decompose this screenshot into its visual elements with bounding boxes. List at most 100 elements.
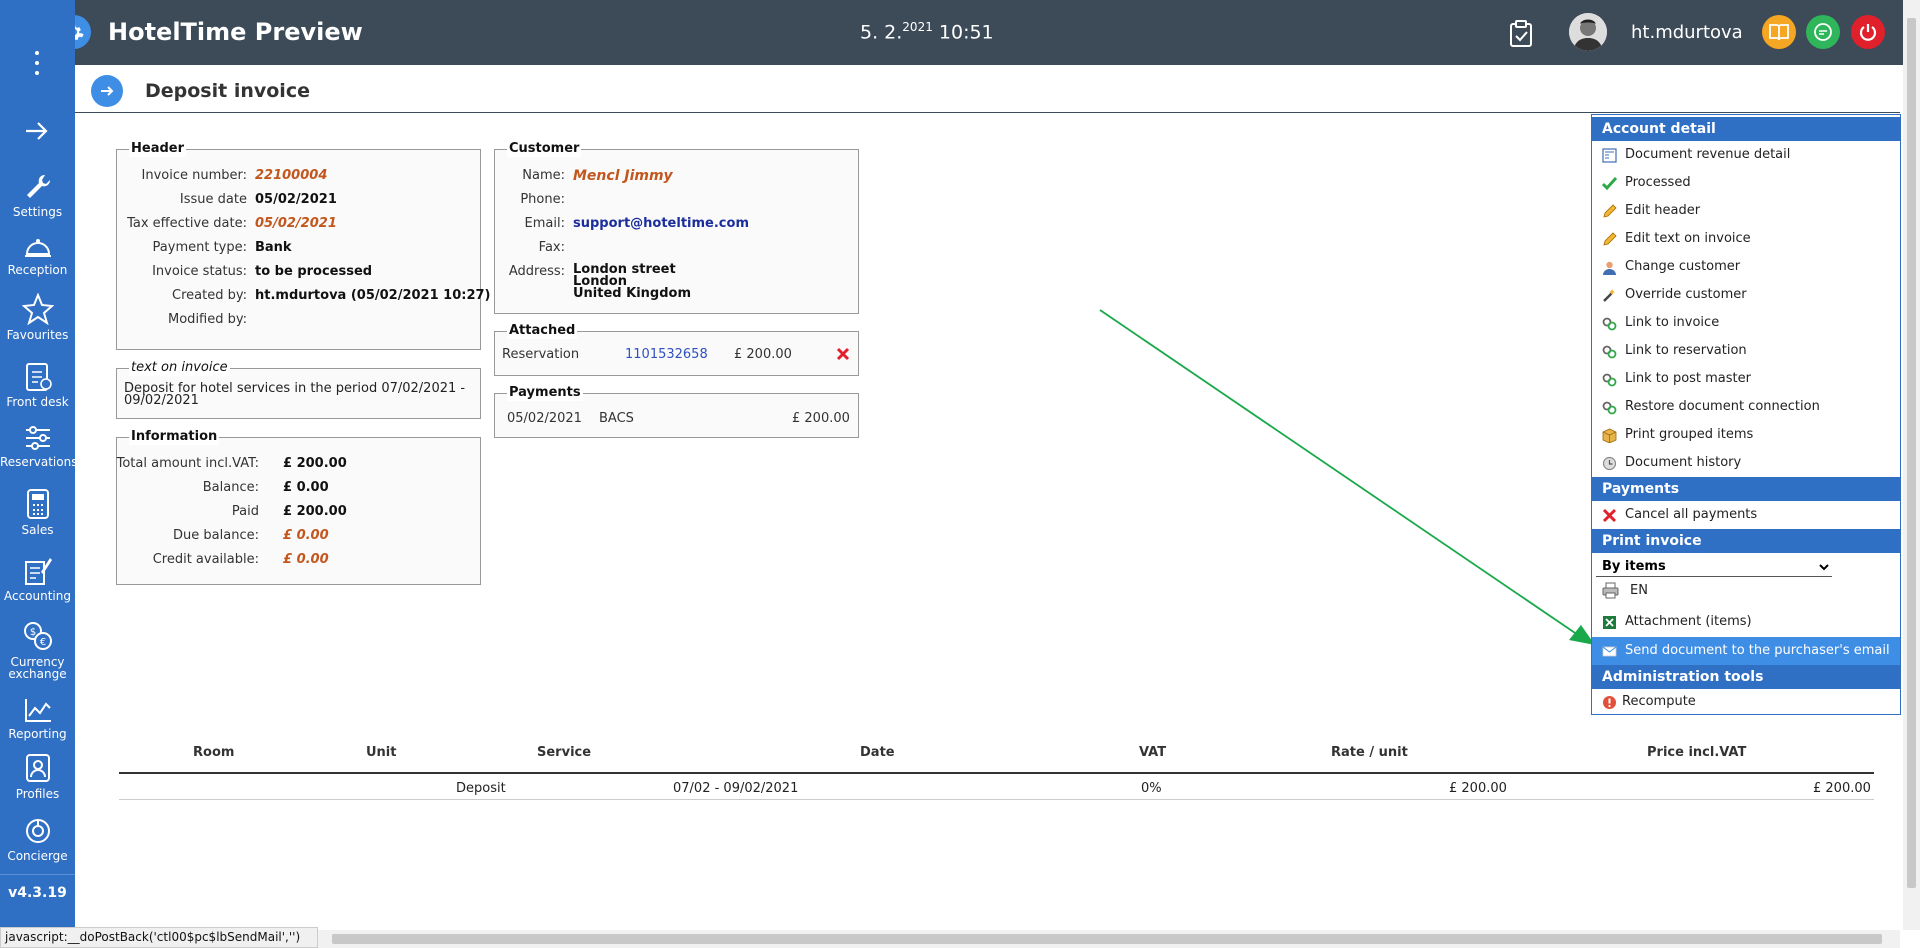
remove-icon[interactable] — [836, 347, 850, 361]
pencil-icon — [1603, 232, 1617, 246]
address-line-3: United Kingdom — [573, 286, 692, 301]
table-row-divider — [119, 799, 1874, 800]
print-mode-select[interactable]: By items — [1596, 557, 1832, 577]
processed-link[interactable]: Processed — [1592, 169, 1900, 197]
sidebar-item-concierge[interactable]: Concierge — [0, 816, 75, 862]
restore-document-connection-link[interactable]: Restore document connection — [1592, 393, 1900, 421]
header-box: Header Invoice number: 22100004 Issue da… — [116, 141, 491, 350]
payment-amount: £ 200.00 — [792, 411, 850, 426]
wrench-icon — [26, 174, 50, 198]
arrow-right-icon[interactable] — [22, 118, 52, 144]
created-by-label: Created by: — [172, 288, 247, 303]
col-header-vat: VAT — [1139, 745, 1167, 760]
customer-email-value[interactable]: support@hoteltime.com — [573, 216, 749, 232]
text-on-invoice-title: text on invoice — [129, 360, 230, 376]
link-to-post-master-link[interactable]: Link to post master — [1592, 365, 1900, 393]
sliders-icon — [25, 426, 50, 450]
sidebar-item-reporting[interactable]: Reporting — [0, 696, 75, 740]
link-icon — [1602, 401, 1617, 415]
invoice-number-label: Invoice number: — [141, 168, 248, 183]
sidebar-item-label: Accounting — [3, 589, 71, 603]
sidebar-item-label: Concierge — [7, 849, 68, 863]
horizontal-scrollbar[interactable] — [318, 930, 1900, 948]
horizontal-scrollbar-thumb[interactable] — [332, 934, 1882, 944]
vertical-scrollbar-thumb[interactable] — [1907, 18, 1916, 888]
sidebar-item-label: Favourites — [6, 328, 69, 342]
rp-label: Link to invoice — [1625, 315, 1720, 330]
box-icon — [1602, 428, 1617, 443]
power-icon[interactable] — [1851, 15, 1885, 49]
svg-text:€: € — [39, 637, 45, 648]
change-customer-link[interactable]: Change customer — [1592, 253, 1900, 281]
payments-box: Payments 05/02/2021 BACS £ 200.00 — [494, 385, 859, 438]
sidebar-item-front-desk[interactable]: Front desk — [0, 360, 75, 408]
modified-by-label: Modified by: — [168, 312, 247, 327]
date-main: 5. 2. — [860, 21, 903, 44]
username[interactable]: ht.mdurtova — [1631, 22, 1743, 43]
sidebar-item-reception[interactable]: Reception — [0, 232, 75, 276]
text-on-invoice-box[interactable]: text on invoice Deposit for hotel servic… — [116, 360, 481, 419]
top-bar: HotelTime Preview 5. 2.2021 10:51 ht.mdu… — [0, 0, 1920, 65]
paid-label: Paid — [231, 504, 259, 519]
arrow-right-circle-icon[interactable] — [91, 75, 123, 107]
col-header-rate: Rate / unit — [1331, 745, 1408, 760]
rp-label: Restore document connection — [1625, 399, 1820, 414]
tax-date-value: 05/02/2021 — [255, 216, 337, 231]
check-icon — [1602, 176, 1617, 191]
recompute-link[interactable]: Recompute — [1592, 689, 1900, 715]
rp-label: Edit text on invoice — [1625, 231, 1751, 246]
tax-date-label: Tax effective date: — [127, 216, 247, 231]
document-revenue-detail-link[interactable]: Document revenue detail — [1592, 141, 1900, 169]
sidebar-item-favourites[interactable]: Favourites — [0, 293, 75, 341]
app-title: HotelTime Preview — [108, 18, 363, 46]
sidebar: Settings Reception Favourites Front desk… — [0, 0, 78, 930]
payment-type-label: Payment type: — [152, 240, 247, 255]
menu-dots-icon[interactable] — [28, 48, 46, 78]
customer-name-value[interactable]: Mencl Jimmy — [573, 168, 673, 184]
edit-header-link[interactable]: Edit header — [1592, 197, 1900, 225]
balance-label: Balance: — [202, 480, 259, 495]
sidebar-item-profiles[interactable]: Profiles — [0, 752, 75, 800]
chat-icon[interactable] — [1806, 15, 1840, 49]
sidebar-item-sales[interactable]: Sales — [0, 488, 75, 536]
sidebar-item-reservations[interactable]: Reservations — [0, 424, 78, 469]
col-header-room: Room — [193, 745, 235, 760]
bell-icon — [24, 239, 51, 257]
edit-text-on-invoice-link[interactable]: Edit text on invoice — [1592, 225, 1900, 253]
customer-name-label: Name: — [522, 168, 565, 183]
clipboard-check-icon[interactable] — [1508, 20, 1534, 48]
chart-icon — [24, 699, 51, 722]
person-icon — [1603, 261, 1616, 275]
document-history-link[interactable]: Document history — [1592, 449, 1900, 477]
sidebar-item-label: Front desk — [6, 395, 69, 409]
date-year: 2021 — [902, 20, 933, 34]
total-amount-label: Total amount incl.VAT: — [116, 456, 259, 471]
print-en-link[interactable]: EN — [1592, 577, 1900, 605]
attachment-items-link[interactable]: Attachment (items) — [1592, 608, 1900, 636]
override-customer-link[interactable]: Override customer — [1592, 281, 1900, 309]
col-header-unit: Unit — [366, 745, 397, 760]
payment-type-value: Bank — [255, 240, 292, 255]
sidebar-item-currency-exchange[interactable]: $ € Currency exchange — [0, 620, 75, 680]
send-document-email-link[interactable]: Send document to the purchaser's email — [1592, 637, 1900, 665]
page-title: Deposit invoice — [145, 80, 310, 102]
print-grouped-items-link[interactable]: Print grouped items — [1592, 421, 1900, 449]
close-icon — [1602, 508, 1617, 523]
credit-available-value: £ 0.00 — [283, 552, 329, 567]
due-balance-value: £ 0.00 — [283, 528, 329, 543]
cancel-all-payments-link[interactable]: Cancel all payments — [1592, 501, 1900, 529]
link-to-invoice-link[interactable]: Link to invoice — [1592, 309, 1900, 337]
version-label: v4.3.19 — [0, 874, 75, 930]
link-to-reservation-link[interactable]: Link to reservation — [1592, 337, 1900, 365]
avatar[interactable] — [1569, 13, 1607, 51]
sidebar-item-settings[interactable]: Settings — [0, 172, 75, 218]
status-bar: javascript:__doPostBack('ctl00$pc$lbSend… — [0, 927, 318, 948]
attached-reservation-link[interactable]: 1101532658 — [625, 347, 708, 363]
envelope-icon — [1602, 646, 1617, 657]
svg-text:$: $ — [29, 627, 35, 638]
book-icon[interactable] — [1762, 15, 1796, 49]
vertical-scrollbar[interactable] — [1903, 0, 1920, 930]
sidebar-item-label: Reception — [7, 263, 68, 277]
sidebar-item-accounting[interactable]: Accounting — [0, 554, 75, 602]
sidebar-item-label: Reservations — [0, 455, 78, 469]
